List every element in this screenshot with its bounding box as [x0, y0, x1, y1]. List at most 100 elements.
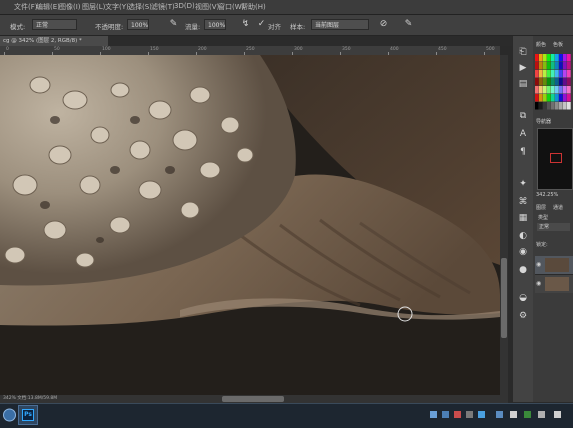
color-swatch[interactable]	[559, 70, 563, 78]
color-swatch[interactable]	[535, 86, 539, 94]
color-swatch[interactable]	[563, 94, 567, 102]
horizontal-scroll-thumb[interactable]	[222, 396, 284, 402]
menu-file[interactable]: 文件(F)	[14, 2, 38, 12]
eye-icon[interactable]: ◉	[536, 261, 541, 268]
color-swatch[interactable]	[547, 102, 551, 110]
color-swatch[interactable]	[567, 70, 571, 78]
color-swatch[interactable]	[551, 102, 555, 110]
blend-mode-select[interactable]: 正常	[537, 223, 570, 231]
history-icon[interactable]: ⎗	[517, 46, 529, 58]
color-swatch[interactable]	[567, 86, 571, 94]
swatches-tab[interactable]: 色板	[553, 41, 563, 48]
color-swatch[interactable]	[551, 70, 555, 78]
color-swatch[interactable]	[551, 62, 555, 70]
menu-select[interactable]: 选择(S)	[128, 2, 152, 12]
mode-select[interactable]: 正常	[32, 19, 77, 30]
color-swatch[interactable]	[563, 102, 567, 110]
canvas[interactable]	[0, 55, 500, 395]
color-swatch[interactable]	[555, 78, 559, 86]
clone-source-icon[interactable]: ⧉	[517, 110, 529, 122]
navigator-preview[interactable]	[537, 128, 573, 190]
tray-icon[interactable]	[510, 411, 517, 418]
notes-icon[interactable]: ●	[517, 264, 529, 276]
color-swatch[interactable]	[559, 86, 563, 94]
color-swatch[interactable]	[555, 62, 559, 70]
color-swatch[interactable]	[543, 86, 547, 94]
color-swatch[interactable]	[567, 94, 571, 102]
color-swatch[interactable]	[535, 78, 539, 86]
tray-icon[interactable]	[454, 411, 461, 418]
color-swatch[interactable]	[539, 54, 543, 62]
channels-tab[interactable]: 通道	[553, 204, 563, 211]
tray-icon[interactable]	[478, 411, 485, 418]
tool-preset-icon[interactable]: ⌘	[517, 196, 529, 208]
color-swatch[interactable]	[559, 54, 563, 62]
color-swatch[interactable]	[551, 94, 555, 102]
pressure-opacity-icon[interactable]: ✎	[168, 19, 179, 30]
color-swatch[interactable]	[539, 62, 543, 70]
color-swatch[interactable]	[555, 86, 559, 94]
photoshop-taskbar-button[interactable]: Ps	[18, 405, 38, 425]
eye-icon[interactable]: ◉	[536, 280, 541, 287]
menu-filter[interactable]: 滤镜(T)	[151, 2, 175, 12]
tray-icon[interactable]	[554, 411, 561, 418]
color-swatch[interactable]	[547, 70, 551, 78]
color-swatch[interactable]	[543, 62, 547, 70]
navigator-view-box[interactable]	[550, 153, 562, 163]
styles-icon[interactable]: ▦	[517, 212, 529, 224]
airbrush-icon[interactable]: ↯	[240, 19, 251, 30]
menu-help[interactable]: 帮助(H)	[241, 2, 266, 12]
start-button[interactable]	[2, 405, 17, 425]
color-swatch[interactable]	[567, 102, 571, 110]
color-swatch[interactable]	[535, 102, 539, 110]
menu-layer[interactable]: 图层(L)	[82, 2, 105, 12]
align-checkbox[interactable]: ✓	[256, 19, 267, 30]
menu-view[interactable]: 视图(V)	[195, 2, 219, 12]
color-swatch[interactable]	[535, 54, 539, 62]
color-swatch[interactable]	[559, 78, 563, 86]
color-swatch[interactable]	[555, 94, 559, 102]
color-swatch[interactable]	[539, 94, 543, 102]
actions-icon[interactable]: ▶	[517, 62, 529, 74]
color-swatch[interactable]	[567, 54, 571, 62]
paragraph-icon[interactable]: ¶	[517, 146, 529, 158]
vertical-scroll-thumb[interactable]	[501, 258, 507, 338]
menu-edit[interactable]: 编辑(E)	[36, 2, 60, 12]
tray-icon[interactable]	[538, 411, 545, 418]
color-swatch[interactable]	[535, 62, 539, 70]
color-swatch[interactable]	[539, 86, 543, 94]
zoom-text[interactable]: 342.25%	[536, 192, 558, 198]
color-tab[interactable]: 颜色	[536, 41, 546, 48]
color-swatch[interactable]	[543, 54, 547, 62]
color-swatch[interactable]	[559, 94, 563, 102]
color-swatch[interactable]	[539, 102, 543, 110]
color-swatch[interactable]	[547, 94, 551, 102]
properties-icon[interactable]: ▤	[517, 78, 529, 90]
layers-tab[interactable]: 图层	[536, 204, 546, 211]
color-swatch[interactable]	[547, 54, 551, 62]
color-swatch[interactable]	[547, 78, 551, 86]
color-swatch[interactable]	[563, 62, 567, 70]
kind-filter[interactable]: 类型	[538, 214, 548, 221]
color-swatch[interactable]	[551, 78, 555, 86]
brush-preset-icon[interactable]: ✦	[517, 178, 529, 190]
color-swatch[interactable]	[543, 102, 547, 110]
color-swatch[interactable]	[563, 54, 567, 62]
color-swatch[interactable]	[539, 70, 543, 78]
color-swatch[interactable]	[539, 78, 543, 86]
layer-row[interactable]: ◉	[535, 256, 573, 275]
tray-icon[interactable]	[430, 411, 437, 418]
color-swatch[interactable]	[535, 70, 539, 78]
color-swatch[interactable]	[559, 102, 563, 110]
adjustments-icon[interactable]: ◐	[517, 230, 529, 242]
color-swatch[interactable]	[555, 54, 559, 62]
ignore-adjustment-icon[interactable]: ⊘	[378, 19, 389, 30]
color-swatch[interactable]	[551, 54, 555, 62]
color-swatch[interactable]	[547, 86, 551, 94]
color-swatch[interactable]	[543, 94, 547, 102]
pressure-size-icon[interactable]: ✎	[403, 19, 414, 30]
sample-select[interactable]: 当前图层	[311, 19, 369, 30]
paths-icon[interactable]: ◒	[517, 292, 529, 304]
layer-row[interactable]: ◉	[535, 275, 573, 293]
tray-icon[interactable]	[442, 411, 449, 418]
